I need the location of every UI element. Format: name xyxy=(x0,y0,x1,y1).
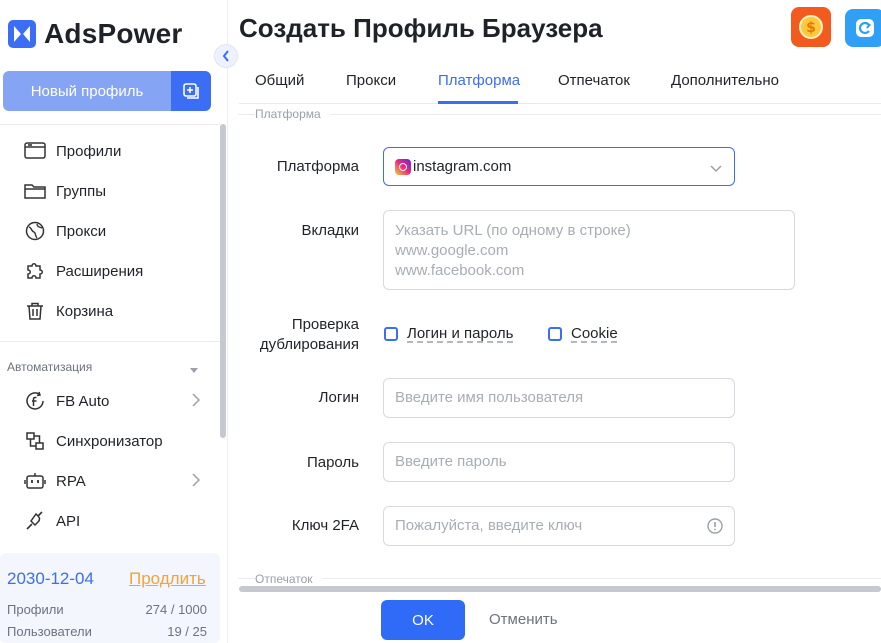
sidebar-item-extensions[interactable]: Расширения xyxy=(24,259,204,283)
section-label-fingerprint: Отпечаток xyxy=(255,572,323,586)
key-2fa-label: Ключ 2FA xyxy=(291,517,359,534)
sidebar-item-trash[interactable]: Корзина xyxy=(24,299,204,323)
tab-advanced[interactable]: Дополнительно xyxy=(671,72,779,89)
plan-expiry-date: 2030-12-04 xyxy=(7,569,94,588)
sidebar-item-label: Синхронизатор xyxy=(56,432,163,450)
adspower-logo-icon xyxy=(8,20,36,48)
tab-platform[interactable]: Платформа xyxy=(438,72,520,89)
page-title: Создать Профиль Браузера xyxy=(239,13,603,43)
tab-proxy[interactable]: Прокси xyxy=(346,72,396,89)
batch-add-button[interactable] xyxy=(171,71,211,111)
robot-icon xyxy=(24,470,46,492)
sidebar-item-groups[interactable]: Группы xyxy=(24,179,204,203)
sidebar-item-label: Профили xyxy=(56,142,122,160)
password-label: Пароль xyxy=(306,454,359,471)
sidebar-divider xyxy=(0,124,220,125)
chevron-right-icon xyxy=(192,393,201,412)
sidebar-divider xyxy=(0,341,220,342)
sidebar-item-proxy[interactable]: Прокси xyxy=(24,219,204,243)
plan-profiles-value: 274 / 1000 xyxy=(145,602,207,617)
tab-general[interactable]: Общий xyxy=(255,72,304,89)
sidebar-item-label: Корзина xyxy=(56,302,114,320)
duplicate-check-label-line2: дублирования xyxy=(259,336,359,353)
collapse-sidebar-button[interactable] xyxy=(214,44,238,68)
sidebar-item-label: API xyxy=(56,512,81,530)
sidebar-item-profiles[interactable]: Профили xyxy=(24,139,204,163)
coins-reward-icon[interactable]: $ xyxy=(791,7,831,47)
chevron-down-icon xyxy=(710,160,722,178)
tab-fingerprint[interactable]: Отпечаток xyxy=(558,72,630,89)
tabs-label: Вкладки xyxy=(301,222,359,239)
section-divider xyxy=(239,114,881,115)
section-label-platform: Платформа xyxy=(255,107,331,121)
tabs-url-textarea[interactable]: Указать URL (по одному в строке) www.goo… xyxy=(383,210,795,290)
sync-icon xyxy=(24,430,46,452)
plug-icon xyxy=(24,510,46,532)
password-input[interactable]: Введите пароль xyxy=(383,442,735,482)
sidebar-item-label: Группы xyxy=(56,182,106,200)
tab-bar: Общий Прокси Платформа Отпечаток Дополни… xyxy=(239,60,881,104)
automation-section-label: Автоматизация xyxy=(7,360,93,374)
chevron-left-icon xyxy=(222,50,229,62)
login-input[interactable]: Введите имя пользователя xyxy=(383,378,735,418)
brand-logo[interactable]: AdsPower xyxy=(8,18,183,50)
sidebar: AdsPower Новый профиль Профили Группы Пр… xyxy=(0,0,228,643)
cancel-button[interactable]: Отменить xyxy=(489,611,558,628)
add-icon xyxy=(183,83,199,99)
new-profile-group: Новый профиль xyxy=(3,71,211,111)
caret-down-icon[interactable] xyxy=(189,362,199,380)
globe-icon xyxy=(24,220,46,242)
instagram-icon xyxy=(395,159,411,175)
sync-update-icon[interactable] xyxy=(845,9,881,47)
cookie-checkbox[interactable] xyxy=(548,327,562,341)
sidebar-item-label: RPA xyxy=(56,472,86,490)
duplicate-check-label-line1: Проверка xyxy=(291,316,359,333)
trash-icon xyxy=(24,300,46,322)
sidebar-item-api[interactable]: API xyxy=(24,509,204,533)
info-icon[interactable] xyxy=(707,518,723,538)
plan-profiles-row: Профили 274 / 1000 xyxy=(7,602,207,617)
profiles-icon xyxy=(24,140,46,162)
horizontal-scrollbar[interactable] xyxy=(239,586,881,592)
sidebar-item-label: Прокси xyxy=(56,222,107,240)
sidebar-item-label: FB Auto xyxy=(56,392,110,410)
brand-name: AdsPower xyxy=(44,18,183,49)
new-profile-button[interactable]: Новый профиль xyxy=(3,71,171,111)
sidebar-item-synchronizer[interactable]: Синхронизатор xyxy=(24,429,204,453)
renew-link[interactable]: Продлить xyxy=(129,569,206,589)
facebook-icon xyxy=(24,390,46,412)
plan-profiles-label: Профили xyxy=(7,602,64,617)
ok-button[interactable]: OK xyxy=(381,600,465,640)
sidebar-item-rpa[interactable]: RPA xyxy=(24,469,204,493)
sidebar-item-fb-auto[interactable]: FB Auto xyxy=(24,389,204,413)
plan-users-value: 19 / 25 xyxy=(167,624,207,639)
login-password-checkbox-label[interactable]: Логин и пароль xyxy=(407,325,513,342)
key-2fa-input[interactable]: Пожалуйста, введите ключ xyxy=(383,506,735,546)
plan-users-label: Пользователи xyxy=(7,624,92,639)
chevron-right-icon xyxy=(192,473,201,492)
key-2fa-placeholder: Пожалуйста, введите ключ xyxy=(395,517,583,534)
platform-select-value: instagram.com xyxy=(413,158,512,175)
login-label: Логин xyxy=(318,389,359,406)
active-tab-indicator xyxy=(438,101,518,104)
folder-icon xyxy=(24,180,46,202)
section-divider xyxy=(239,578,881,579)
puzzle-icon xyxy=(24,260,46,282)
platform-select[interactable]: instagram.com xyxy=(383,147,735,186)
platform-label: Платформа xyxy=(276,158,359,175)
sidebar-item-label: Расширения xyxy=(56,262,144,280)
login-password-checkbox[interactable] xyxy=(384,327,398,341)
sidebar-scrollbar[interactable] xyxy=(220,124,226,438)
plan-users-row: Пользователи 19 / 25 xyxy=(7,624,207,639)
svg-text:$: $ xyxy=(806,20,816,36)
cookie-checkbox-label[interactable]: Cookie xyxy=(571,325,618,342)
